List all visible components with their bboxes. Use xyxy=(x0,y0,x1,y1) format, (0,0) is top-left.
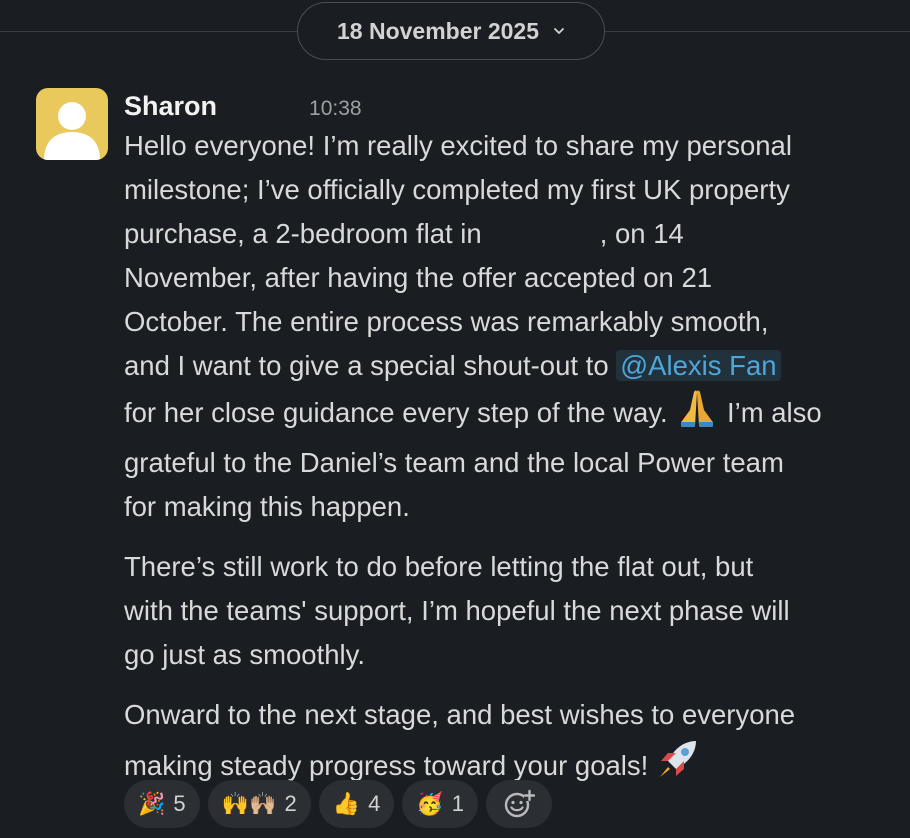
default-user-icon xyxy=(44,102,100,160)
date-label: 18 November 2025 xyxy=(336,17,539,44)
reactions-bar: 🎉 5 🙌🙌🏼 2 👍 4 🥳 1 xyxy=(124,780,553,828)
reaction-count: 4 xyxy=(368,791,381,816)
rocket-icon xyxy=(656,737,700,794)
text-line: for making this happen. xyxy=(124,491,410,522)
text-line: with the teams' support, I’m hopeful the… xyxy=(124,595,790,626)
reaction-partying-face[interactable]: 🥳 1 xyxy=(402,780,479,828)
reaction-thumbs-up[interactable]: 👍 4 xyxy=(318,780,395,828)
date-jump-button[interactable]: 18 November 2025 xyxy=(297,2,605,60)
text-line: Hello everyone! I’m really excited to sh… xyxy=(124,130,792,161)
text-segment: and I want to give a special shout-out t… xyxy=(124,350,609,381)
add-emoji-icon xyxy=(504,789,536,818)
reaction-count: 1 xyxy=(451,791,465,816)
text-segment: , on 14 xyxy=(599,218,684,249)
chevron-down-icon xyxy=(554,28,564,34)
text-line: There’s still work to do before letting … xyxy=(124,551,754,582)
text-segment: I’m also xyxy=(726,397,822,428)
text-segment: making steady progress toward your goals… xyxy=(124,750,649,781)
reaction-party-popper[interactable]: 🎉 5 xyxy=(124,780,200,828)
text-segment: purchase, a 2-bedroom flat in xyxy=(124,218,482,249)
folded-hands-icon xyxy=(675,388,719,441)
text-line: for her close guidance every step of the… xyxy=(124,388,884,441)
message-body: Sharon 10:38 Hello everyone! I’m really … xyxy=(124,88,884,794)
reaction-count: 5 xyxy=(173,791,186,816)
text-line: grateful to the Daniel’s team and the lo… xyxy=(124,447,784,478)
avatar[interactable] xyxy=(36,88,108,160)
author-name[interactable]: Sharon xyxy=(124,88,217,124)
partying-face-icon: 🥳 xyxy=(416,791,444,816)
text-line: purchase, a 2-bedroom flat in , on 14 xyxy=(124,212,884,256)
text-segment: for her close guidance every step of the… xyxy=(124,397,668,428)
text-line: go just as smoothly. xyxy=(124,639,365,670)
text-line: Onward to the next stage, and best wishe… xyxy=(124,699,796,730)
message-timestamp[interactable]: 10:38 xyxy=(309,97,362,121)
message-paragraph-3: Onward to the next stage, and best wishe… xyxy=(124,693,884,794)
thumbs-up-icon: 👍 xyxy=(332,791,361,816)
reaction-count: 2 xyxy=(284,791,297,816)
party-popper-icon: 🎉 xyxy=(138,791,166,816)
message-paragraph-1: Hello everyone! I’m really excited to sh… xyxy=(124,124,884,529)
message-header: Sharon 10:38 xyxy=(124,88,884,124)
text-line: November, after having the offer accepte… xyxy=(124,262,713,293)
reaction-raising-hands[interactable]: 🙌🙌🏼 2 xyxy=(207,780,311,828)
text-line: and I want to give a special shout-out t… xyxy=(124,344,884,388)
text-line: milestone; I’ve officially completed my … xyxy=(124,174,790,205)
message-paragraph-2: There’s still work to do before letting … xyxy=(124,545,884,677)
user-mention[interactable]: @Alexis Fan xyxy=(616,350,781,381)
text-line: October. The entire process was remarkab… xyxy=(124,306,769,337)
raising-hands-icon: 🙌🙌🏼 xyxy=(221,791,277,816)
add-reaction-button[interactable] xyxy=(486,780,553,828)
